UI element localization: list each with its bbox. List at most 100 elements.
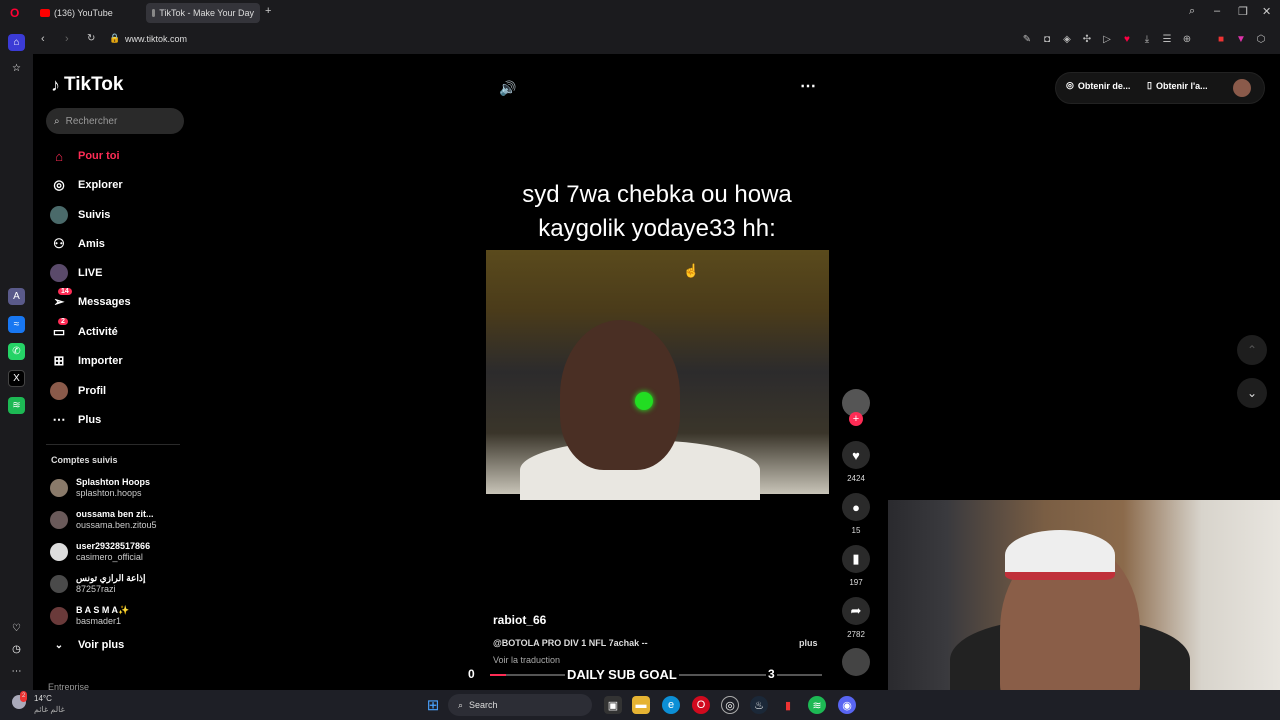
followed-account[interactable]: user29328517866 casimero_official [50,539,150,565]
nav-label: Importer [78,355,123,367]
search-icon[interactable]: ⌕ [1189,5,1195,18]
share-button[interactable]: ➦ 2782 [842,597,870,639]
play-icon[interactable]: ▷ [1101,33,1113,45]
new-tab-button[interactable]: + [265,5,271,17]
nav-label: LIVE [78,267,103,279]
more-description-button[interactable]: plus [799,638,818,648]
heart-icon[interactable]: ♥ [1121,33,1133,45]
shield-icon[interactable]: ◈ [1061,33,1073,45]
nav-suivis[interactable]: Suivis [50,204,110,226]
like-button[interactable]: ♥ 2424 [842,441,870,483]
followed-account[interactable]: إذاعة الرازي تونس 87257razi [50,571,145,597]
heart-icon[interactable]: ♡ [8,620,25,637]
task-view-icon[interactable]: ▣ [604,696,622,714]
star-icon[interactable]: ☆ [8,60,25,77]
opera-icon[interactable]: O [692,696,710,714]
nav-explorer[interactable]: ◎ Explorer [50,174,122,196]
comment-icon: ● [842,493,870,521]
scroll-down-button[interactable]: ⌄ [1237,378,1267,408]
home-icon[interactable]: ⌂ [8,34,25,51]
activity-badge: 2 [58,318,68,325]
app-icon[interactable]: ◎ [721,696,739,714]
history-icon[interactable]: ◷ [8,641,25,658]
download-icon[interactable]: ⤓ [1141,33,1153,45]
goal-current: 0 [468,667,475,681]
taskbar-search[interactable]: ⌕ Search [448,694,592,716]
menu-icon[interactable]: ☰ [1161,33,1173,45]
forward-icon[interactable]: › [65,33,69,45]
see-more-button[interactable]: ⌄ Voir plus [50,634,124,656]
upload-icon: ⊞ [53,353,65,368]
tiktok-logo[interactable]: ♪ TikTok [51,74,123,96]
adblock-icon[interactable]: ■ [1215,33,1227,45]
video-username[interactable]: rabiot_66 [493,613,546,627]
search-input[interactable]: ⌕ Rechercher [46,108,184,134]
windows-start-icon[interactable]: ⊞ [424,696,442,714]
spotify-icon[interactable]: ≋ [808,696,826,714]
scroll-up-button[interactable]: ⌃ [1237,335,1267,365]
nav-profil[interactable]: Profil [50,380,106,402]
camera-icon[interactable]: ◘ [1041,33,1053,45]
save-button[interactable]: ▮ 197 [842,545,870,587]
following-icon [50,206,68,224]
reload-icon[interactable]: ↻ [87,33,95,44]
back-icon[interactable]: ‹ [41,33,45,45]
volume-icon[interactable]: 🔊 [499,80,516,97]
followed-account[interactable]: oussama ben zit... oussama.ben.zitou5 [50,507,157,533]
file-explorer-icon[interactable]: ▬ [632,696,650,714]
nav-plus[interactable]: ⋯ Plus [50,409,102,431]
more-icon[interactable]: ⋯ [8,663,25,680]
discord-icon[interactable]: ◉ [838,696,856,714]
bookmark-icon: ▮ [842,545,870,573]
edge-icon[interactable]: e [662,696,680,714]
followed-account[interactable]: Splashton Hoops splashton.hoops [50,475,150,501]
minimize-icon[interactable]: – [1214,5,1220,17]
comment-button[interactable]: ● 15 [842,493,870,535]
user-avatar[interactable] [1233,79,1251,97]
spotify-icon[interactable]: ≋ [8,397,25,414]
nav-activite[interactable]: ▭ 2 Activité [50,318,118,343]
nav-pour-toi[interactable]: ⌂ Pour toi [50,145,120,167]
x-icon[interactable]: X [8,370,25,387]
home-icon: ⌂ [55,148,63,164]
whatsapp-icon[interactable]: ✆ [8,343,25,360]
puzzle-icon[interactable]: ⬡ [1255,33,1267,45]
nav-label: Profil [78,385,107,397]
get-app-button[interactable]: ▯ Obtenir l'a... [1147,80,1208,91]
music-disc[interactable] [842,648,870,676]
edit-icon[interactable]: ✎ [1021,33,1033,45]
game-icon[interactable]: ▮ [779,696,797,714]
video-caption: syd 7wa chebka ou howa kaygolik yodaye33… [522,181,792,242]
webcam-cap [1005,530,1115,580]
nav-amis[interactable]: ⚇ Amis [50,233,105,255]
nav-live[interactable]: LIVE [50,262,102,284]
translate-link[interactable]: Voir la traduction [493,655,560,665]
share-icon: ➦ [842,597,870,625]
tiktok-tab-icon [152,9,156,17]
address-bar: ‹ › ↻ 🔒 www.tiktok.com ✎ ◘ ◈ ✣ ▷ ♥ ⤓ ☰ ⊕… [33,26,1280,54]
messenger-icon[interactable]: ≈ [8,316,25,333]
app-icon[interactable]: A [8,288,25,305]
browser-sidebar: ⌂ ☆ A ≈ ✆ X ≋ ♡ ◷ ⋯ [0,26,33,690]
logo-text: TikTok [64,74,124,95]
tab-tiktok[interactable]: TikTok - Make Your Day [146,3,260,23]
follow-plus-icon[interactable]: + [849,412,863,426]
restore-icon[interactable]: ❐ [1238,5,1248,18]
account-name: B A S M A✨ [76,605,130,615]
weather-widget[interactable]: 2 14°C غالم غائم [12,691,65,715]
wallet-icon[interactable]: ⊕ [1181,33,1193,45]
steam-icon[interactable]: ♨ [750,696,768,714]
tab-youtube[interactable]: (136) YouTube [34,3,144,23]
url-field[interactable]: www.tiktok.com [125,34,187,44]
close-icon[interactable]: ✕ [1262,5,1271,18]
get-desktop-button[interactable]: ◎ Obtenir de... [1066,80,1130,91]
nav-messages[interactable]: ➢ 14 Messages [50,288,131,313]
opera-logo-icon[interactable]: O [10,6,19,20]
more-options-icon[interactable]: ⋯ [800,76,816,96]
vpn-icon[interactable]: ▼ [1235,33,1247,45]
extension-icon[interactable]: ✣ [1081,33,1093,45]
music-disc-icon [842,648,870,676]
creator-avatar[interactable]: + [842,389,870,426]
followed-account[interactable]: B A S M A✨ basmader1 [50,603,129,629]
nav-importer[interactable]: ⊞ Importer [50,350,123,372]
